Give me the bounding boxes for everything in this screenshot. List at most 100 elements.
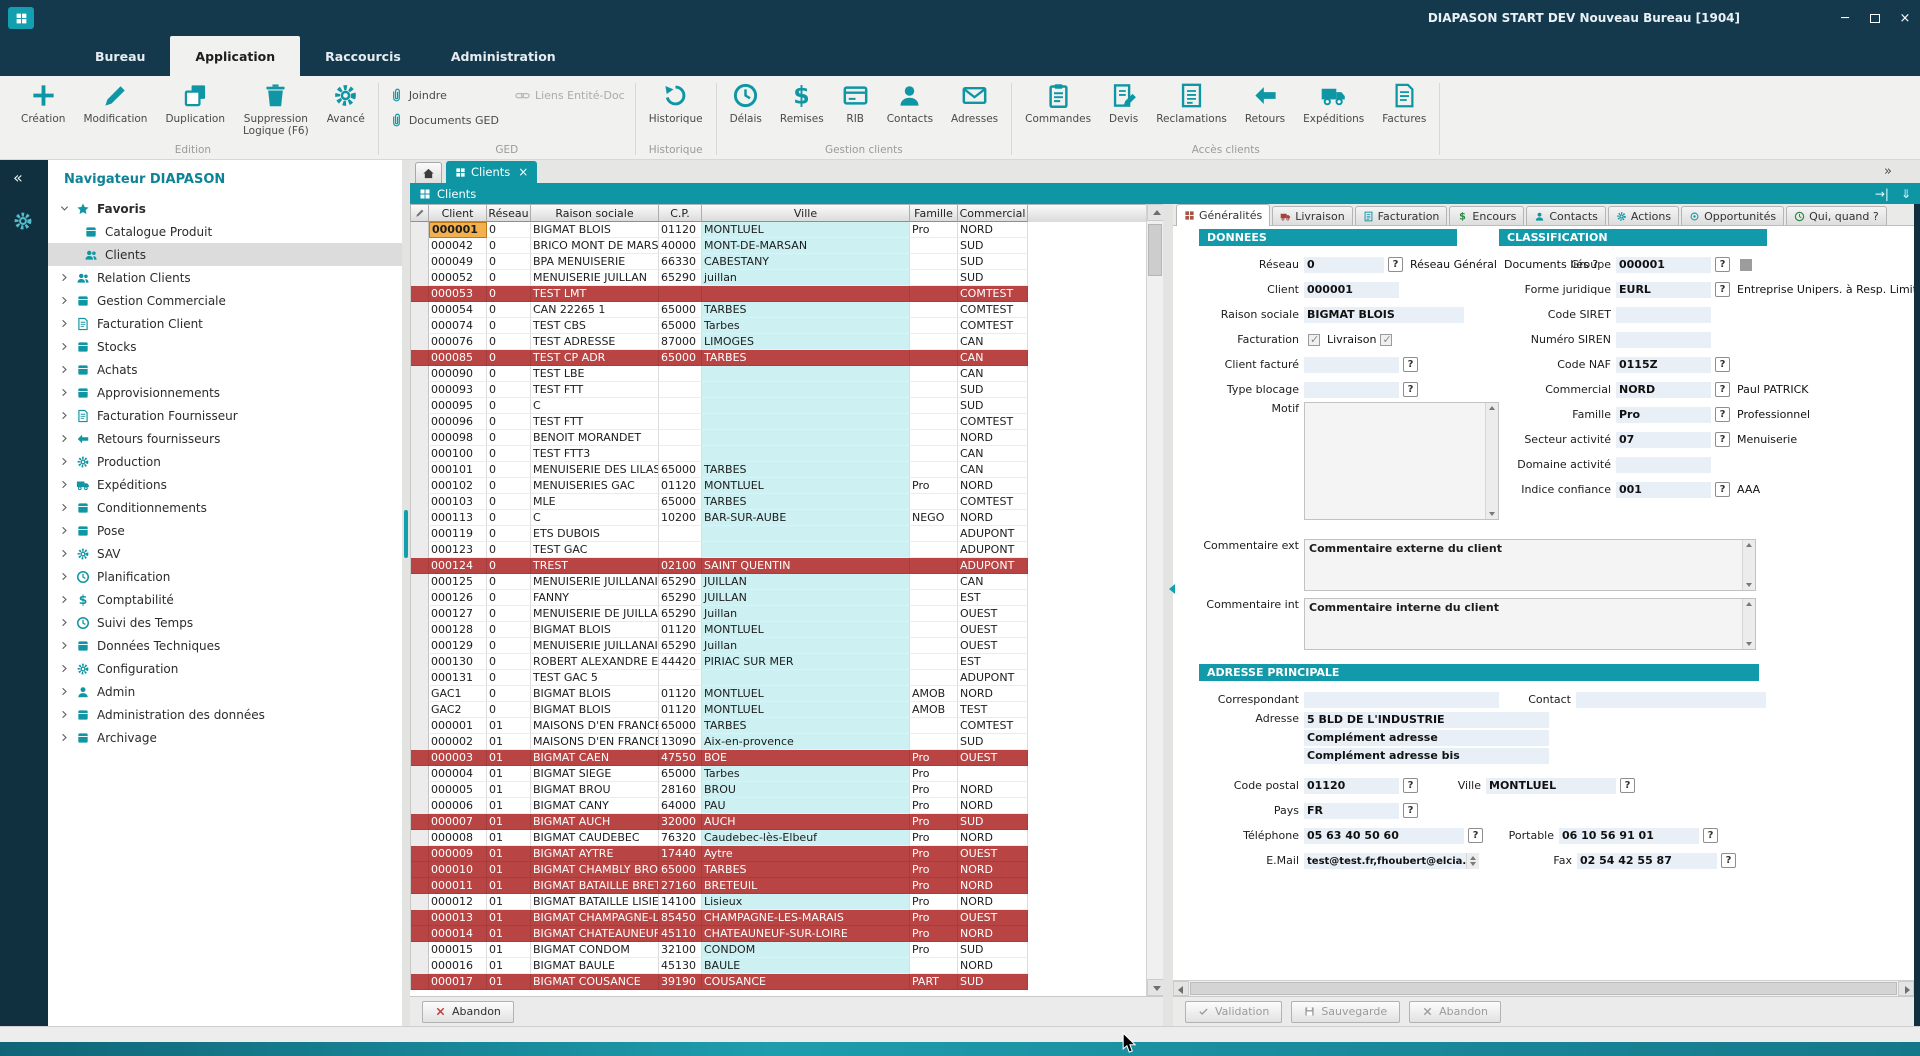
tab-clients[interactable]: Clients × bbox=[446, 161, 537, 183]
column-header-commercial[interactable]: Commercial bbox=[958, 205, 1028, 222]
row-selector-cell[interactable] bbox=[411, 494, 429, 510]
ribbon-button-retours[interactable]: Retours bbox=[1236, 79, 1294, 128]
grid-row-000096[interactable]: 0000960TEST FTTCOMTEST bbox=[411, 414, 1163, 430]
grid-row-000103[interactable]: 0001030MLE65000TARBESCOMTEST bbox=[411, 494, 1163, 510]
row-selector-cell[interactable] bbox=[411, 382, 429, 398]
expand-tabs-icon[interactable]: » bbox=[1884, 164, 1892, 179]
row-selector-cell[interactable] bbox=[411, 318, 429, 334]
adresse-line1-field[interactable]: 5 BLD DE L'INDUSTRIE bbox=[1304, 712, 1549, 728]
adresse-line3-field[interactable]: Complément adresse bis bbox=[1304, 748, 1549, 764]
minimize-button[interactable]: ─ bbox=[1830, 0, 1860, 36]
grid-row-000101[interactable]: 0001010MENUISERIE DES LILAS65000TARBESCA… bbox=[411, 462, 1163, 478]
grid-row-000004[interactable]: 00000401BIGMAT SIEGE65000TarbesPro bbox=[411, 766, 1163, 782]
ribbon-button-joindre[interactable]: Joindre bbox=[383, 87, 505, 104]
grid-row-000074[interactable]: 0000740TEST CBS65000TarbesCOMTEST bbox=[411, 318, 1163, 334]
code-postal-field[interactable]: 01120 bbox=[1304, 778, 1399, 794]
form-horizontal-scrollbar[interactable] bbox=[1173, 980, 1914, 996]
panel-tab-qui-quand[interactable]: Qui, quand ? bbox=[1786, 206, 1887, 225]
grid-row-000124[interactable]: 0001240TREST02100SAINT QUENTINADUPONT bbox=[411, 558, 1163, 574]
ribbon-button-liens-entite-doc[interactable]: Liens Entité-Doc bbox=[509, 87, 631, 104]
collapse-sidebar-icon[interactable]: « bbox=[13, 168, 23, 187]
grid-row-000119[interactable]: 0001190ETS DUBOISADUPONT bbox=[411, 526, 1163, 542]
code-postal-lookup-button[interactable]: ? bbox=[1403, 778, 1418, 793]
panel-tab-livraison[interactable]: Livraison bbox=[1272, 206, 1352, 225]
row-selector-cell[interactable] bbox=[411, 638, 429, 654]
ribbon-button-avance[interactable]: Avancé bbox=[318, 79, 374, 128]
grid-row-000093[interactable]: 0000930TEST FTTSUD bbox=[411, 382, 1163, 398]
sidebar-item-stocks[interactable]: Stocks bbox=[48, 335, 402, 358]
sidebar-item-catalogue-produit[interactable]: Catalogue Produit bbox=[48, 220, 402, 243]
grid-row-000076[interactable]: 0000760TEST ADRESSE87000LIMOGESCAN bbox=[411, 334, 1163, 350]
row-selector-cell[interactable] bbox=[411, 334, 429, 350]
panel-tab-facturation[interactable]: Facturation bbox=[1355, 206, 1448, 225]
grid-abandon-button[interactable]: Abandon bbox=[422, 1001, 514, 1023]
row-selector-cell[interactable] bbox=[411, 878, 429, 894]
row-selector-cell[interactable] bbox=[411, 606, 429, 622]
column-header-famille[interactable]: Famille bbox=[910, 205, 958, 222]
scroll-down-icon[interactable] bbox=[1147, 979, 1163, 996]
ville-lookup-button[interactable]: ? bbox=[1620, 778, 1635, 793]
grid-row-000113[interactable]: 0001130C10200BAR-SUR-AUBENEGONORD bbox=[411, 510, 1163, 526]
grid-row-000001[interactable]: 0000010BIGMAT BLOIS01120MONTLUELProNORD bbox=[411, 222, 1163, 238]
commentaire-ext-textarea[interactable]: Commentaire externe du client bbox=[1304, 539, 1756, 591]
sidebar-item-conditionnements[interactable]: Conditionnements bbox=[48, 496, 402, 519]
row-selector-cell[interactable] bbox=[411, 254, 429, 270]
column-header-raison-sociale[interactable]: Raison sociale bbox=[531, 205, 659, 222]
sidebar-item-comptabilite[interactable]: Comptabilité bbox=[48, 588, 402, 611]
grid-row-000005[interactable]: 00000501BIGMAT BROU28160BROUProNORD bbox=[411, 782, 1163, 798]
grid-row-000128[interactable]: 0001280BIGMAT BLOIS01120MONTLUELOUEST bbox=[411, 622, 1163, 638]
sidebar-item-clients[interactable]: Clients bbox=[48, 243, 402, 266]
code-naf-lookup-button[interactable]: ? bbox=[1715, 357, 1730, 372]
ribbon-button-rib[interactable]: RIB bbox=[833, 79, 878, 128]
scroll-right-icon[interactable] bbox=[1898, 981, 1914, 996]
grid-row-000129[interactable]: 0001290MENUISERIE JUILLANAIS65290Juillan… bbox=[411, 638, 1163, 654]
row-selector-cell[interactable] bbox=[411, 574, 429, 590]
sidebar-item-retours-fournisseurs[interactable]: Retours fournisseurs bbox=[48, 427, 402, 450]
grid-row-000007[interactable]: 00000701BIGMAT AUCH32000AUCHProSUD bbox=[411, 814, 1163, 830]
livraison-checkbox[interactable] bbox=[1380, 334, 1392, 346]
ribbon-button-commandes[interactable]: Commandes bbox=[1016, 79, 1100, 128]
email-field[interactable]: test@test.fr,fhoubert@elcia.co bbox=[1304, 853, 1479, 869]
home-tab-button[interactable] bbox=[415, 162, 442, 183]
sidebar-splitter[interactable] bbox=[402, 160, 410, 1026]
ribbon-button-duplication[interactable]: Duplication bbox=[156, 79, 234, 128]
sidebar-item-configuration[interactable]: Configuration bbox=[48, 657, 402, 680]
sidebar-item-production[interactable]: Production bbox=[48, 450, 402, 473]
sidebar-item-sav[interactable]: SAV bbox=[48, 542, 402, 565]
menu-tab-bureau[interactable]: Bureau bbox=[70, 36, 170, 76]
row-selector-cell[interactable] bbox=[411, 830, 429, 846]
contact-field[interactable] bbox=[1576, 692, 1766, 708]
commentaire-int-textarea[interactable]: Commentaire interne du client bbox=[1304, 598, 1756, 650]
grid-row-000016[interactable]: 00001601BIGMAT BAULE45130BAULENORD bbox=[411, 958, 1163, 974]
grid-row-000095[interactable]: 0000950CSUD bbox=[411, 398, 1163, 414]
code-naf-field[interactable]: 0115Z bbox=[1616, 357, 1711, 373]
grid-row-000054[interactable]: 0000540CAN 22265 165000TARBESCOMTEST bbox=[411, 302, 1163, 318]
sidebar-item-relation-clients[interactable]: Relation Clients bbox=[48, 266, 402, 289]
close-button[interactable]: × bbox=[1890, 0, 1920, 36]
grid-row-000013[interactable]: 00001301BIGMAT CHAMPAGNE-LE85450CHAMPAGN… bbox=[411, 910, 1163, 926]
textarea-scrollbar[interactable] bbox=[1485, 403, 1498, 519]
textarea-scrollbar[interactable] bbox=[1742, 540, 1755, 590]
grid-row-000015[interactable]: 00001501BIGMAT CONDOM32100CONDOMProSUD bbox=[411, 942, 1163, 958]
grid-row-000125[interactable]: 0001250MENUISERIE JUILLANAIS65290JUILLAN… bbox=[411, 574, 1163, 590]
grid-row-000123[interactable]: 0001230TEST GACADUPONT bbox=[411, 542, 1163, 558]
domaine-activite-field[interactable] bbox=[1616, 457, 1711, 473]
row-selector-cell[interactable] bbox=[411, 750, 429, 766]
forme-juridique-field[interactable]: EURL bbox=[1616, 282, 1711, 298]
groupe-field[interactable]: 000001 bbox=[1616, 257, 1711, 273]
row-selector-cell[interactable] bbox=[411, 366, 429, 382]
row-selector-cell[interactable] bbox=[411, 510, 429, 526]
column-header-re-seau[interactable]: Réseau bbox=[487, 205, 531, 222]
sidebar-item-approvisionnements[interactable]: Approvisionnements bbox=[48, 381, 402, 404]
pays-lookup-button[interactable]: ? bbox=[1403, 803, 1418, 818]
indice-confiance-lookup-button[interactable]: ? bbox=[1715, 482, 1730, 497]
row-selector-cell[interactable] bbox=[411, 798, 429, 814]
numero-siren-field[interactable] bbox=[1616, 332, 1711, 348]
row-selector-cell[interactable] bbox=[411, 542, 429, 558]
row-selector-cell[interactable] bbox=[411, 734, 429, 750]
client-facture-field[interactable] bbox=[1304, 357, 1399, 373]
row-selector-cell[interactable] bbox=[411, 654, 429, 670]
row-selector-cell[interactable] bbox=[411, 958, 429, 974]
client-field[interactable]: 000001 bbox=[1304, 282, 1399, 298]
scroll-up-icon[interactable] bbox=[1147, 204, 1163, 221]
